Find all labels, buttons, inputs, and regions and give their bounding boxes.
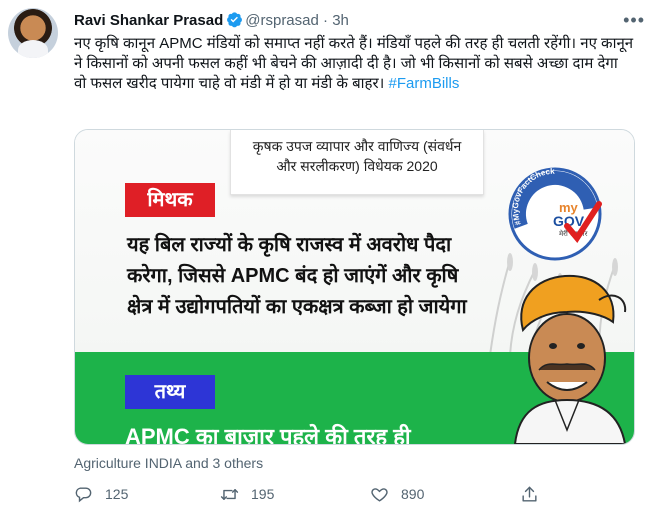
fact-text: APMC का बाज़ार पहले की तरह ही (125, 424, 411, 445)
more-icon[interactable]: ••• (623, 10, 645, 31)
retweet-button[interactable]: 195 (220, 482, 274, 506)
reply-count: 125 (105, 486, 129, 502)
tweet-image[interactable]: कृषक उपज व्यापार और वाणिज्य (संवर्धन और … (74, 129, 635, 445)
bill-title-line1: कृषक उपज व्यापार और वाणिज्य (संवर्धन (252, 138, 462, 154)
fact-label: तथ्य (125, 375, 215, 409)
avatar[interactable] (8, 8, 58, 58)
myth-label: मिथक (125, 183, 215, 217)
farmer-illustration (513, 274, 627, 444)
tweet-header: Ravi Shankar Prasad @rsprasad · 3h (74, 11, 639, 35)
reply-icon (75, 486, 92, 502)
verified-icon (227, 12, 243, 28)
myth-text: यह बिल राज्यों के कृषि राजस्व में अवरोध … (127, 234, 467, 318)
heart-icon (371, 487, 388, 502)
author-handle[interactable]: @rsprasad (245, 12, 319, 29)
author-name[interactable]: Ravi Shankar Prasad (74, 12, 223, 29)
retweet-icon (220, 488, 239, 500)
reply-button[interactable]: 125 (74, 482, 128, 506)
tweet[interactable]: Ravi Shankar Prasad @rsprasad · 3h ••• नए… (0, 0, 659, 523)
like-count: 890 (401, 486, 425, 502)
tweet-time[interactable]: 3h (332, 12, 349, 29)
share-button[interactable] (520, 482, 551, 506)
mygov-factcheck-badge: #MyGovFactCheck my GOV मेरी सरकार (508, 167, 602, 261)
tweet-body: नए कृषि कानून APMC मंडियों को समाप्त नही… (74, 35, 634, 92)
bill-title-box: कृषक उपज व्यापार और वाणिज्य (संवर्धन और … (230, 130, 484, 195)
tweet-text: नए कृषि कानून APMC मंडियों को समाप्त नही… (74, 34, 634, 94)
hashtag-link[interactable]: #FarmBills (389, 75, 460, 92)
retweet-count: 195 (251, 486, 275, 502)
separator-dot: · (323, 12, 329, 29)
bill-title-line2: और सरलीकरण) विधेयक 2020 (276, 158, 438, 174)
like-button[interactable]: 890 (370, 482, 424, 506)
share-icon (522, 486, 537, 502)
tweet-actions: 125 195 890 (74, 482, 554, 506)
social-context[interactable]: Agriculture INDIA and 3 others (74, 455, 263, 471)
